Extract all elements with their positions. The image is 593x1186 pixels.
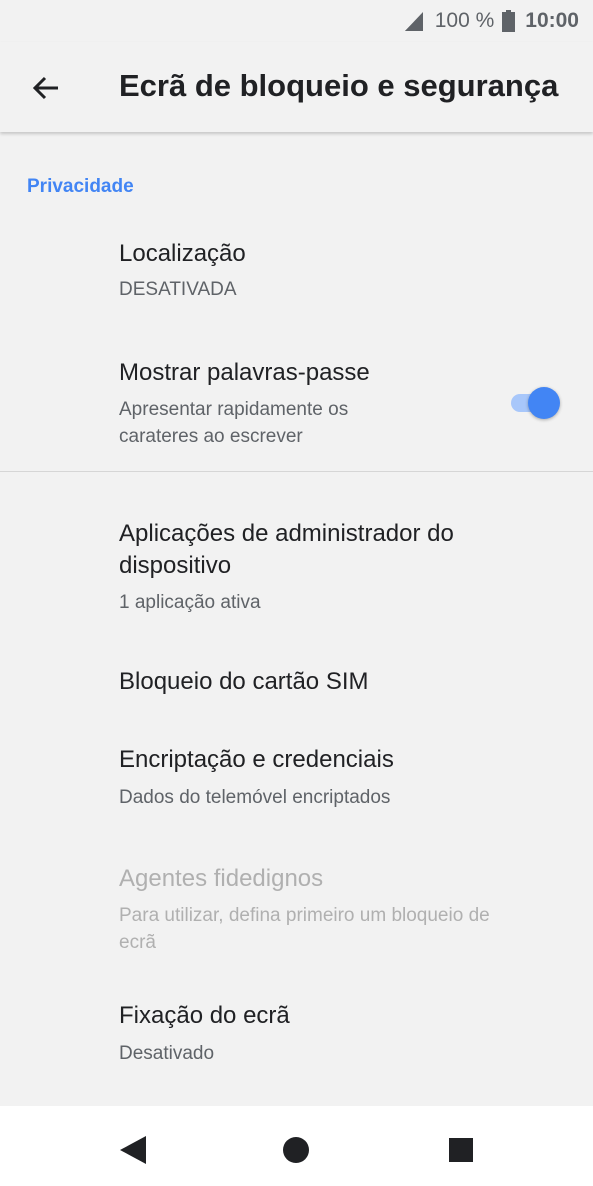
triangle-back-icon [120, 1136, 146, 1164]
status-bar: 100 % 10:00 [0, 0, 593, 42]
show-passwords-toggle[interactable] [509, 387, 561, 419]
setting-title: Mostrar palavras-passe [119, 359, 370, 386]
page-title: Ecrã de bloqueio e segurança [119, 68, 559, 103]
nav-back-button[interactable] [112, 1130, 152, 1170]
setting-encryption-credentials[interactable]: Encriptação e credenciais Dados do telem… [0, 734, 593, 824]
square-recents-icon [449, 1138, 473, 1162]
arrow-left-icon [32, 76, 58, 100]
nav-home-button[interactable] [276, 1130, 316, 1170]
setting-summary-line1: Apresentar rapidamente os [119, 399, 349, 420]
divider [0, 471, 593, 472]
setting-summary-line1: Para utilizar, defina primeiro um bloque… [119, 905, 490, 926]
signal-icon [404, 12, 423, 31]
app-bar: Ecrã de bloqueio e segurança [0, 42, 593, 132]
setting-title-line1: Aplicações de administrador do [119, 520, 454, 547]
nav-recents-button[interactable] [441, 1130, 481, 1170]
setting-summary: DESATIVADA [119, 279, 237, 300]
setting-summary: Desativado [119, 1043, 215, 1064]
setting-title: Agentes fidedignos [119, 865, 324, 892]
setting-title-line2: dispositivo [119, 552, 232, 579]
setting-screen-pinning[interactable]: Fixação do ecrã Desativado [0, 990, 593, 1080]
setting-title: Fixação do ecrã [119, 1002, 290, 1029]
setting-location[interactable]: Localização DESATIVADA [0, 228, 593, 318]
setting-summary-line2: carateres ao escrever [119, 426, 303, 447]
setting-title: Encriptação e credenciais [119, 746, 394, 773]
setting-summary: Dados do telemóvel encriptados [119, 787, 391, 808]
toggle-thumb [528, 387, 560, 419]
back-button[interactable] [16, 58, 76, 118]
setting-show-passwords[interactable]: Mostrar palavras-passe Apresentar rapida… [0, 347, 593, 462]
setting-summary-line2: ecrã [119, 932, 156, 953]
setting-title: Localização [119, 240, 246, 267]
battery-icon [502, 10, 516, 32]
setting-trust-agents: Agentes fidedignos Para utilizar, defina… [0, 853, 593, 968]
clock: 10:00 [525, 9, 579, 32]
setting-summary: 1 aplicação ativa [119, 592, 261, 613]
setting-title: Bloqueio do cartão SIM [119, 668, 369, 695]
circle-home-icon [283, 1137, 309, 1163]
battery-percent: 100 % [434, 9, 495, 32]
setting-device-admin-apps[interactable]: Aplicações de administrador do dispositi… [0, 512, 593, 622]
section-header-privacy: Privacidade [27, 176, 134, 197]
navigation-bar [0, 1106, 593, 1186]
setting-sim-lock[interactable]: Bloqueio do cartão SIM [0, 656, 593, 716]
